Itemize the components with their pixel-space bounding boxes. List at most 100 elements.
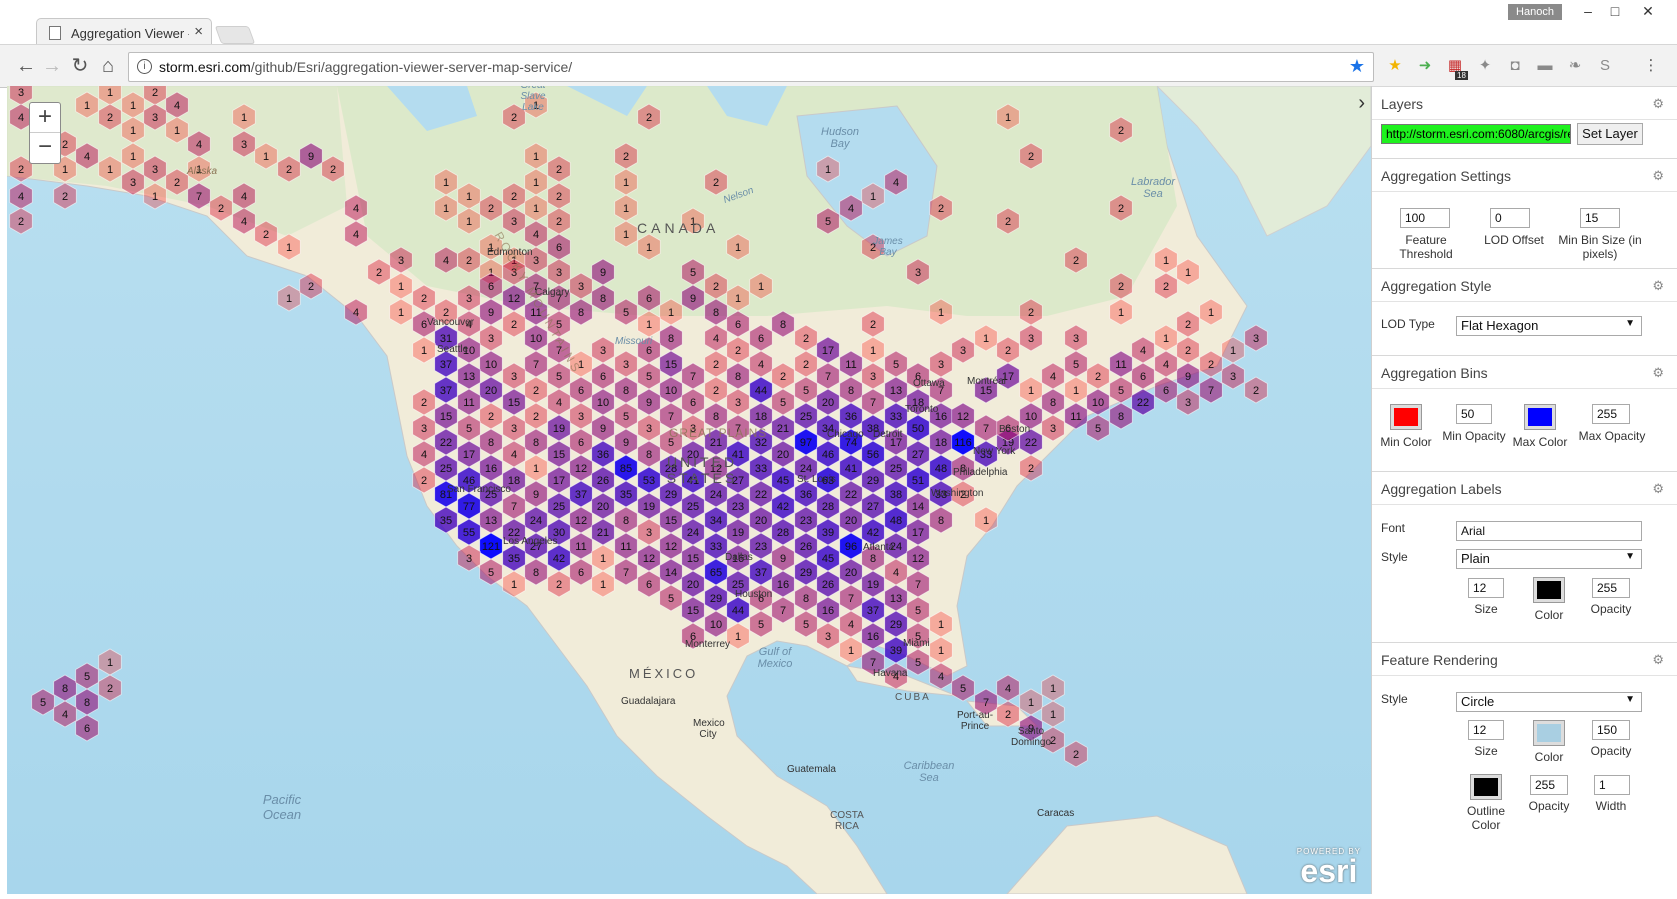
label-opacity-input[interactable]: 255 <box>1592 578 1630 598</box>
back-arrow-icon[interactable]: ← <box>14 55 38 79</box>
browser-tab[interactable]: Aggregation Viewer - Se × <box>36 18 212 46</box>
hexbin-count: 4 <box>533 229 539 241</box>
hexbin-count: 4 <box>84 151 90 163</box>
hexbin-count: 2 <box>511 191 517 203</box>
feature-color-swatch[interactable] <box>1533 720 1565 746</box>
hexbin-count: 20 <box>687 579 699 591</box>
gear-icon[interactable]: ⚙ <box>1652 278 1664 294</box>
hexbin-count: 1 <box>1028 697 1034 709</box>
font-input[interactable]: Arial <box>1456 521 1642 541</box>
gear-icon[interactable]: ⚙ <box>1652 481 1664 497</box>
min-bin-size-input[interactable]: 15 <box>1580 208 1620 228</box>
maximize-icon[interactable]: □ <box>1605 3 1625 21</box>
hexbin-count: 1 <box>870 191 876 203</box>
home-icon[interactable]: ⌂ <box>96 55 120 79</box>
hexbin-count: 3 <box>421 423 427 435</box>
hexbin-count: 23 <box>755 541 767 553</box>
aggregation-settings-header[interactable]: Aggregation Settings ⚙ <box>1372 158 1677 192</box>
new-tab-button[interactable] <box>214 26 256 44</box>
aggregation-labels-header[interactable]: Aggregation Labels ⚙ <box>1372 471 1677 505</box>
info-icon[interactable]: i <box>137 59 152 74</box>
hexbin-count: 24 <box>687 527 699 539</box>
hexbin-count: 1 <box>668 307 674 319</box>
hexbin-count: 1 <box>1073 385 1079 397</box>
user-badge[interactable]: Hanoch <box>1508 4 1562 20</box>
max-color-swatch[interactable] <box>1524 404 1556 430</box>
extension-badge: 18 <box>1455 71 1468 80</box>
zoom-in-button[interactable]: + <box>30 103 60 133</box>
set-layer-button[interactable]: Set Layer <box>1577 123 1643 145</box>
hexbin-count: 20 <box>845 567 857 579</box>
label-style-select[interactable]: Plain ▼ <box>1456 549 1642 569</box>
layer-url-input[interactable]: http://storm.esri.com:6080/arcgis/rest/s… <box>1381 124 1571 144</box>
feature-size-input[interactable]: 12 <box>1468 720 1504 740</box>
skype-extension-icon[interactable]: S <box>1596 57 1614 75</box>
label-color-label: Color <box>1534 608 1564 622</box>
min-color-swatch[interactable] <box>1390 404 1422 430</box>
min-opacity-input[interactable]: 50 <box>1456 404 1492 424</box>
hexbin-count: 3 <box>511 423 517 435</box>
feature-threshold-label: Feature Threshold <box>1399 233 1453 261</box>
address-bar[interactable]: i storm.esri.com/github/Esri/aggregation… <box>128 52 1374 82</box>
hexbin-count: 9 <box>488 307 494 319</box>
reload-icon[interactable]: ↻ <box>68 55 92 79</box>
hexbin-count: 36 <box>800 489 812 501</box>
close-window-icon[interactable]: ✕ <box>1638 3 1658 21</box>
max-opacity-input[interactable]: 255 <box>1592 404 1630 424</box>
label-hudson-bay: Hudson Bay <box>821 126 859 150</box>
gear-icon[interactable]: ⚙ <box>1652 96 1664 112</box>
aggregation-style-header[interactable]: Aggregation Style ⚙ <box>1372 268 1677 302</box>
close-tab-icon[interactable]: × <box>194 23 203 40</box>
feature-opacity-input[interactable]: 150 <box>1592 720 1630 740</box>
gear-icon[interactable]: ⚙ <box>1652 652 1664 668</box>
star-extension-icon[interactable]: ★ <box>1386 57 1404 75</box>
hexbin-count: 2 <box>1073 255 1079 267</box>
zoom-out-button[interactable]: − <box>30 133 60 163</box>
label-size-input[interactable]: 12 <box>1468 578 1504 598</box>
map-view[interactable]: 3411212431124131941211312232421742422144… <box>7 86 1371 894</box>
hexbin-count: 1 <box>1208 307 1214 319</box>
leaf-extension-icon[interactable]: ❧ <box>1566 57 1584 75</box>
outline-opacity-input[interactable]: 255 <box>1530 775 1568 795</box>
menu-icon[interactable]: ⋮ <box>1642 57 1660 75</box>
aggregation-bins-header[interactable]: Aggregation Bins ⚙ <box>1372 355 1677 389</box>
hexbin-count: 5 <box>668 593 674 605</box>
hexbin-count: 1 <box>623 177 629 189</box>
url-path: /github/Esri/aggregation-viewer-server-m… <box>250 59 573 75</box>
label-st-louis: St. Louis <box>797 474 836 485</box>
label-port-au-prince: Port-au-Prince <box>956 710 994 732</box>
lod-offset-input[interactable]: 0 <box>1490 208 1530 228</box>
outline-color-swatch[interactable] <box>1470 774 1502 800</box>
label-toronto: Toronto <box>905 404 939 415</box>
gear-icon[interactable]: ⚙ <box>1652 168 1664 184</box>
hexbin-count: 2 <box>62 191 68 203</box>
feature-rendering-header[interactable]: Feature Rendering ⚙ <box>1372 642 1677 676</box>
forward-arrow-icon[interactable]: → <box>40 55 64 79</box>
hexbin-count: 4 <box>1140 345 1146 357</box>
url-text: storm.esri.com/github/Esri/aggregation-v… <box>159 59 572 75</box>
label-color-swatch[interactable] <box>1533 577 1565 603</box>
hexbin-count: 3 <box>152 112 158 124</box>
hexbin-count: 7 <box>533 359 539 371</box>
hexbin-count: 5 <box>84 671 90 683</box>
feature-threshold-input[interactable]: 100 <box>1400 208 1450 228</box>
outline-width-input[interactable]: 1 <box>1594 775 1630 795</box>
hexbin-count: 7 <box>1208 385 1214 397</box>
hexbin-count: 2 <box>938 203 944 215</box>
hexbin-count: 4 <box>848 619 854 631</box>
bookmark-extension-icon[interactable]: ✦ <box>1476 57 1494 75</box>
lod-type-select[interactable]: Flat Hexagon ▼ <box>1456 316 1642 336</box>
hexbin-count: 21 <box>597 527 609 539</box>
minimize-icon[interactable]: – <box>1578 3 1598 21</box>
hexbin-count: 48 <box>890 515 902 527</box>
screen-extension-icon[interactable]: ▬ <box>1536 57 1554 75</box>
hexbin-count: 1 <box>1050 683 1056 695</box>
arrow-extension-icon[interactable]: ➜ <box>1416 57 1434 75</box>
pocket-extension-icon[interactable]: ◘ <box>1506 57 1524 75</box>
gear-icon[interactable]: ⚙ <box>1652 365 1664 381</box>
collapse-panel-chevron-icon[interactable]: › <box>1358 92 1365 115</box>
hexbin-count: 24 <box>710 489 722 501</box>
bookmark-star-icon[interactable]: ★ <box>1349 56 1365 77</box>
layers-header[interactable]: Layers ⚙ <box>1372 86 1677 120</box>
feature-style-select[interactable]: Circle ▼ <box>1456 692 1642 712</box>
